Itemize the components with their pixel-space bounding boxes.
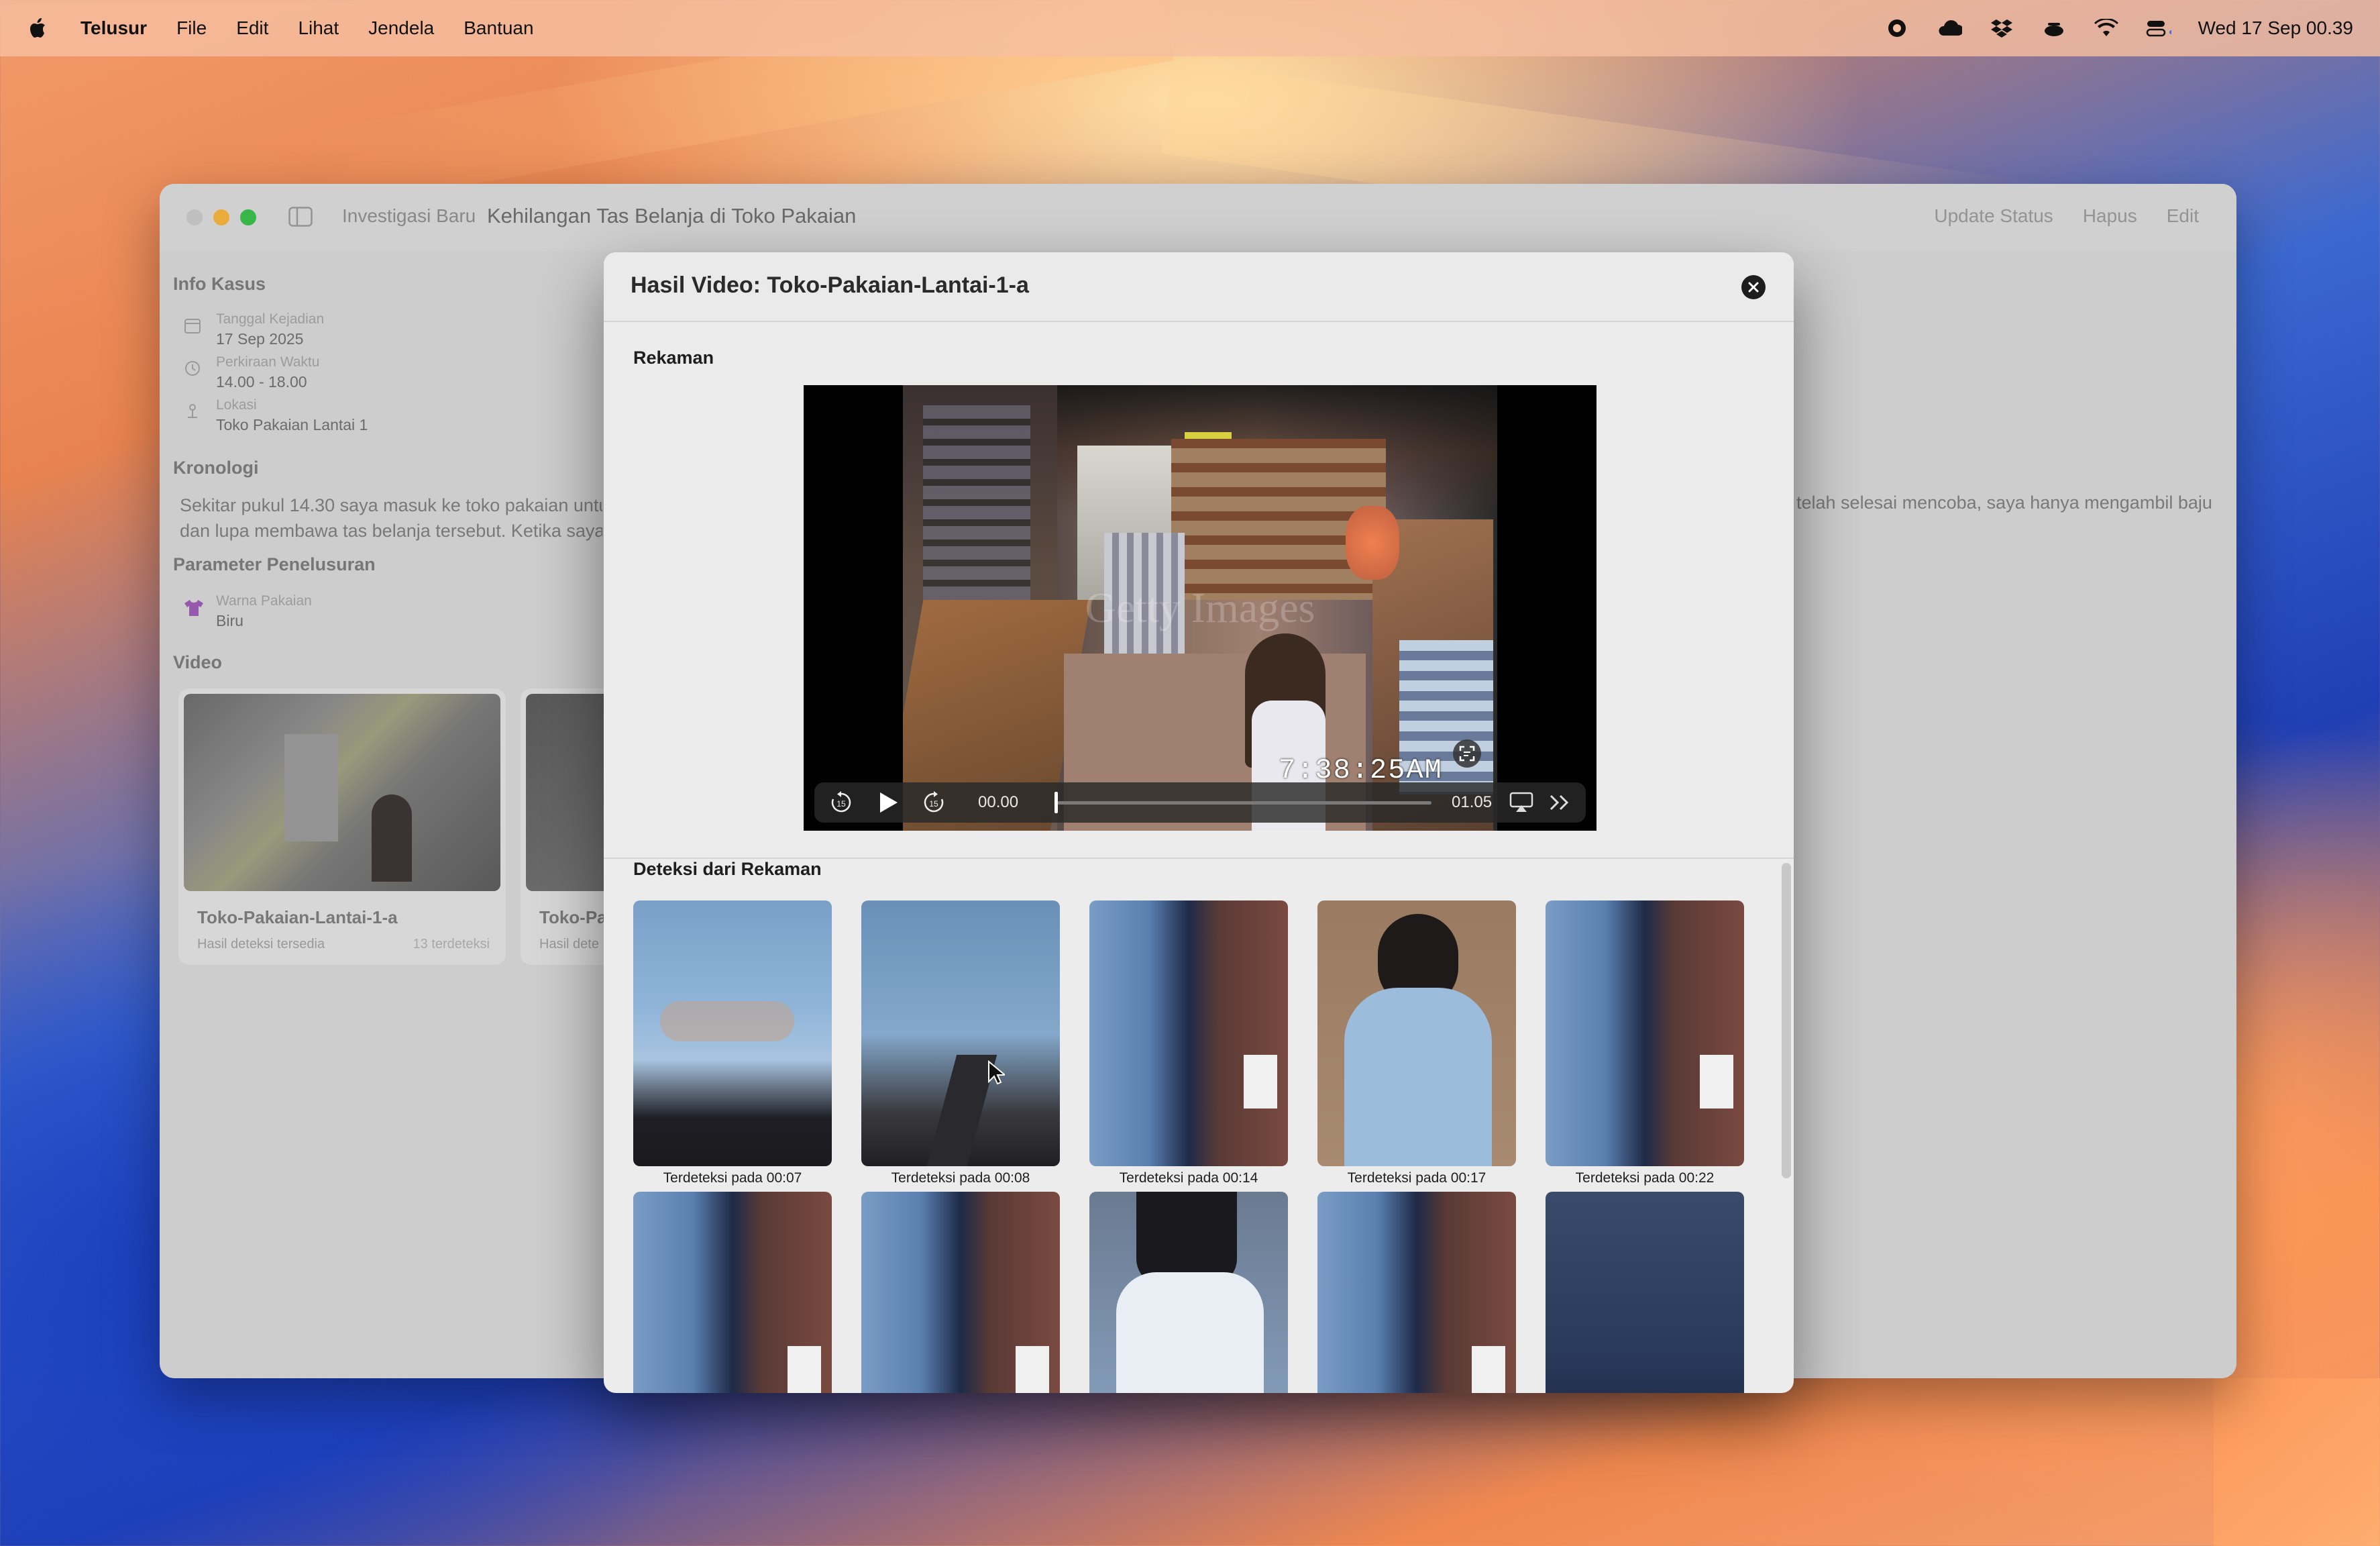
skip-forward-15-button[interactable]: 15 bbox=[922, 790, 946, 818]
detection-thumbnail bbox=[633, 1192, 832, 1393]
close-button[interactable] bbox=[1741, 275, 1766, 299]
video-frame: Getty Images 7:38:25AM bbox=[903, 385, 1497, 831]
detection-thumbnail bbox=[861, 1192, 1060, 1393]
detection-thumbnail bbox=[1317, 900, 1516, 1166]
play-button[interactable] bbox=[876, 790, 899, 818]
player-controls: 15 15 00.00 01.05 bbox=[814, 782, 1586, 823]
current-time: 00.00 bbox=[978, 793, 1019, 811]
detection-caption: Terdeteksi pada 00:14 bbox=[1119, 1170, 1258, 1186]
live-text-icon bbox=[1459, 745, 1475, 762]
dropbox-icon[interactable] bbox=[1989, 17, 2014, 40]
svg-text:15: 15 bbox=[929, 799, 938, 809]
detection-item[interactable]: Terdeteksi pada 00:14 bbox=[1089, 900, 1288, 1186]
detection-caption: Terdeteksi pada 00:17 bbox=[1347, 1170, 1486, 1186]
sheet-title: Hasil Video: Toko-Pakaian-Lantai-1-a bbox=[631, 272, 1029, 298]
menu-bantuan[interactable]: Bantuan bbox=[464, 17, 533, 39]
scrubber-knob[interactable] bbox=[1054, 792, 1058, 813]
skip-back-15-button[interactable]: 15 bbox=[829, 790, 853, 818]
wallpaper-ray bbox=[2214, 1378, 2380, 1546]
detection-item[interactable]: Terdeteksi pada 00:08 bbox=[861, 900, 1060, 1186]
menu-bar: Telusur File Edit Lihat Jendela Bantuan … bbox=[0, 0, 2380, 56]
detection-caption: Terdeteksi pada 00:08 bbox=[891, 1170, 1030, 1186]
detection-thumbnail bbox=[1317, 1192, 1516, 1393]
cloud-icon[interactable] bbox=[1937, 17, 1962, 40]
scrubber[interactable] bbox=[1054, 792, 1431, 813]
detection-item[interactable] bbox=[633, 1192, 832, 1393]
detection-thumbnail bbox=[633, 900, 832, 1166]
apple-logo-icon[interactable] bbox=[27, 17, 47, 40]
duration: 01.05 bbox=[1452, 793, 1493, 811]
airplay-button[interactable] bbox=[1509, 792, 1533, 817]
menu-clock[interactable]: Wed 17 Sep 00.39 bbox=[2198, 17, 2353, 39]
skip-forward-15-icon: 15 bbox=[924, 791, 944, 813]
detections-scrollbar[interactable] bbox=[1782, 863, 1791, 1178]
menu-app-name[interactable]: Telusur bbox=[80, 17, 147, 39]
play-icon bbox=[880, 792, 898, 813]
detection-thumbnail bbox=[861, 900, 1060, 1166]
detection-thumbnail bbox=[1089, 900, 1288, 1166]
coffee-cup-icon[interactable] bbox=[2041, 17, 2067, 40]
detection-item[interactable] bbox=[1546, 1192, 1744, 1393]
control-center-icon[interactable] bbox=[2146, 17, 2171, 40]
menu-edit[interactable]: Edit bbox=[236, 17, 268, 39]
live-text-button[interactable] bbox=[1453, 739, 1481, 768]
rekaman-label: Rekaman bbox=[633, 348, 714, 368]
more-controls-button[interactable] bbox=[1548, 793, 1571, 815]
detection-item[interactable]: Terdeteksi pada 00:17 bbox=[1317, 900, 1516, 1186]
close-icon bbox=[1748, 282, 1759, 293]
menu-lihat[interactable]: Lihat bbox=[298, 17, 339, 39]
airplay-icon bbox=[1509, 792, 1533, 812]
chevron-double-right-icon bbox=[1550, 794, 1569, 811]
mouse-cursor-icon bbox=[988, 1060, 1005, 1085]
video-result-sheet: Hasil Video: Toko-Pakaian-Lantai-1-a Rek… bbox=[604, 252, 1794, 1393]
menu-file[interactable]: File bbox=[176, 17, 207, 39]
deteksi-label: Deteksi dari Rekaman bbox=[633, 859, 822, 879]
detection-thumbnail bbox=[1546, 1192, 1744, 1393]
wifi-icon[interactable] bbox=[2094, 17, 2119, 40]
detection-caption: Terdeteksi pada 00:07 bbox=[663, 1170, 802, 1186]
svg-text:15: 15 bbox=[836, 799, 846, 809]
skip-back-15-icon: 15 bbox=[831, 791, 851, 813]
video-player[interactable]: Getty Images 7:38:25AM 15 15 00.00 01.05 bbox=[804, 385, 1597, 831]
record-icon[interactable] bbox=[1884, 17, 1910, 40]
detection-item[interactable]: Terdeteksi pada 00:22 bbox=[1546, 900, 1744, 1186]
detection-thumbnail bbox=[1089, 1192, 1288, 1393]
sheet-header: Hasil Video: Toko-Pakaian-Lantai-1-a bbox=[604, 252, 1794, 322]
detection-item[interactable] bbox=[1317, 1192, 1516, 1393]
detection-thumbnail bbox=[1546, 900, 1744, 1166]
menu-jendela[interactable]: Jendela bbox=[368, 17, 434, 39]
detection-caption: Terdeteksi pada 00:22 bbox=[1575, 1170, 1715, 1186]
detection-item[interactable] bbox=[861, 1192, 1060, 1393]
video-timestamp-overlay: 7:38:25AM bbox=[1279, 754, 1443, 786]
detection-item[interactable] bbox=[1089, 1192, 1288, 1393]
detection-item[interactable]: Terdeteksi pada 00:07 bbox=[633, 900, 832, 1186]
